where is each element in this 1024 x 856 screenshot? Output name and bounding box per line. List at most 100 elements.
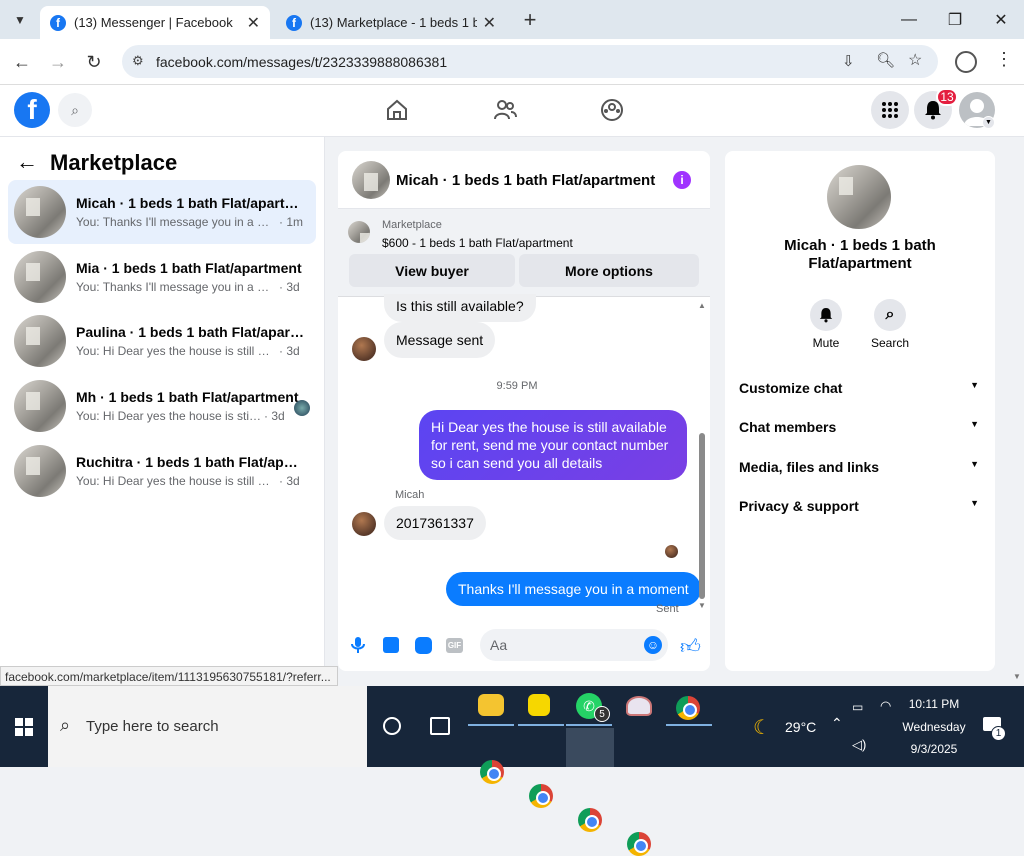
search-label[interactable]: Search [865,336,915,350]
conversation-name: Ruchitra · 1 beds 1 bath Flat/apart... [76,454,304,470]
friends-icon[interactable] [492,97,518,123]
battery-icon[interactable]: ▭ [852,700,863,714]
chrome-profile-icon[interactable] [676,696,700,720]
photo-icon[interactable] [383,637,399,653]
account-chevron-icon[interactable]: ▼ [982,116,995,129]
info-icon[interactable]: i [673,171,691,189]
clock-time[interactable]: 10:11 PM [898,697,970,711]
close-tab-icon[interactable]: ✕ [483,13,496,33]
tab-title: (13) Messenger | Facebook [74,15,233,30]
chevron-up-icon[interactable]: ⌃ [831,715,843,732]
scroll-up-icon[interactable]: ▲ [698,301,706,310]
new-tab-button[interactable]: + [518,6,542,34]
file-explorer-icon[interactable] [478,694,504,716]
listing-thumbnail [14,445,66,497]
mute-label[interactable]: Mute [801,336,851,350]
details-title: Micah · 1 beds 1 bath Flat/apartment [784,237,936,272]
search-icon: ⌕ [60,715,71,735]
media-files-section[interactable]: Media, files and links ▼ [739,459,979,475]
more-options-button[interactable]: More options [519,254,699,287]
weather-temperature[interactable]: 29°C [785,719,816,735]
close-tab-icon[interactable]: ✕ [247,13,260,33]
page-scroll-down-icon[interactable]: ▼ [1013,672,1021,681]
scroll-down-icon[interactable]: ▼ [698,601,706,610]
bookmark-star-icon[interactable]: ☆ [908,50,922,70]
active-indicator [468,724,514,726]
conversation-snippet: You: Hi Dear yes the house is still avai… [76,344,276,358]
taskbar-search-box[interactable]: ⌕ Type here to search [48,686,367,767]
restore-icon[interactable]: ❐ [932,0,978,39]
section-label: Customize chat [739,380,843,396]
sticker-icon[interactable] [415,637,432,654]
conversation-item[interactable]: Micah · 1 beds 1 bath Flat/apartment You… [8,180,316,244]
gif-icon[interactable]: GIF [446,638,463,653]
back-icon[interactable]: ← [7,47,37,77]
facebook-favicon-icon: f [286,14,302,31]
tab-marketplace[interactable]: f (13) Marketplace - 1 beds 1 bat ✕ [276,6,506,39]
menu-grid-icon[interactable] [871,91,909,129]
conversation-item[interactable]: Mia · 1 beds 1 bath Flat/apartment You: … [8,245,316,309]
chat-listing-thumbnail[interactable] [352,161,390,199]
close-window-icon[interactable]: ✕ [978,0,1024,39]
tab-list-chevron-icon[interactable]: ▼ [8,8,32,32]
browser-tab-strip: ▼ f (13) Messenger | Facebook ✕ f (13) M… [0,0,1024,39]
conversation-item[interactable]: Mh · 1 beds 1 bath Flat/apartment You: H… [8,374,316,438]
home-icon[interactable] [384,97,410,123]
chrome-profile-icon[interactable] [578,808,602,832]
cortana-icon[interactable] [383,717,401,735]
clock-day[interactable]: Wednesday [898,720,970,734]
customize-chat-section[interactable]: Customize chat ▼ [739,380,979,396]
weather-moon-icon[interactable]: ☾ [753,715,771,740]
conversation-name: Mia · 1 beds 1 bath Flat/apartment [76,260,302,276]
groups-icon[interactable] [599,97,625,123]
chevron-down-icon: ▼ [970,498,979,508]
facebook-logo-icon[interactable]: f [14,92,50,128]
active-app-highlight [566,728,614,767]
conversation-snippet: You: Thanks I'll message you in a mo... [76,280,276,294]
conversation-item[interactable]: Paulina · 1 beds 1 bath Flat/apartm... Y… [8,309,316,373]
browser-menu-icon[interactable]: ⋮ [995,49,1013,70]
app-icon[interactable] [626,696,652,716]
sticky-notes-icon[interactable] [528,694,550,716]
privacy-support-section[interactable]: Privacy & support ▼ [739,498,979,514]
conversation-item[interactable]: Ruchitra · 1 beds 1 bath Flat/apart... Y… [8,439,316,503]
search-icon[interactable]: ⌕ [58,93,92,127]
mute-bell-icon[interactable] [810,299,842,331]
listing-banner: Marketplace $600 - 1 beds 1 bath Flat/ap… [338,209,710,297]
address-bar[interactable]: ⚙ facebook.com/messages/t/23233398880863… [122,45,938,78]
forward-icon[interactable]: → [43,47,73,77]
wifi-icon[interactable]: ◠ [880,698,891,714]
chrome-profile-icon[interactable] [529,784,553,808]
message-input[interactable]: Aa [480,629,668,661]
chrome-profile-icon[interactable] [480,760,504,784]
chrome-profile-icon[interactable] [627,832,651,856]
listing-title[interactable]: $600 - 1 beds 1 bath Flat/apartment [382,236,573,250]
windows-start-icon[interactable] [15,718,33,736]
sender-avatar [352,512,376,536]
back-arrow-icon[interactable]: ← [16,149,38,175]
chat-scrollbar[interactable]: ▲ ▼ [696,299,708,613]
conversation-name: Mh · 1 beds 1 bath Flat/apartment [76,389,299,405]
profile-icon[interactable] [955,51,977,73]
microphone-icon[interactable] [350,636,366,654]
reload-icon[interactable]: ↻ [79,47,109,77]
view-buyer-button[interactable]: View buyer [349,254,515,287]
minimize-icon[interactable]: — [886,0,932,39]
emoji-icon[interactable]: ☺ [644,636,662,654]
url-text: facebook.com/messages/t/2323339888086381 [156,53,448,70]
volume-icon[interactable]: ◁) [852,737,866,753]
zoom-icon[interactable]: 🔍︎ [876,51,895,69]
message-incoming: Message sent [384,322,496,358]
search-conversation-icon[interactable]: ⌕ [874,299,906,331]
install-app-icon[interactable]: ⇩ [842,52,855,70]
site-info-icon[interactable]: ⚙ [132,53,144,69]
task-view-icon[interactable] [430,717,450,735]
tab-messenger[interactable]: f (13) Messenger | Facebook ✕ [40,6,270,39]
chat-title[interactable]: Micah · 1 beds 1 bath Flat/apartment [396,172,655,189]
thumbs-up-icon[interactable]: 👍︎ [680,635,701,659]
chat-members-section[interactable]: Chat members ▼ [739,419,979,435]
clock-date[interactable]: 9/3/2025 [898,742,970,756]
notification-count-badge: 13 [936,88,958,106]
notification-center-badge: 1 [991,726,1006,741]
scrollbar-thumb[interactable] [699,433,705,599]
